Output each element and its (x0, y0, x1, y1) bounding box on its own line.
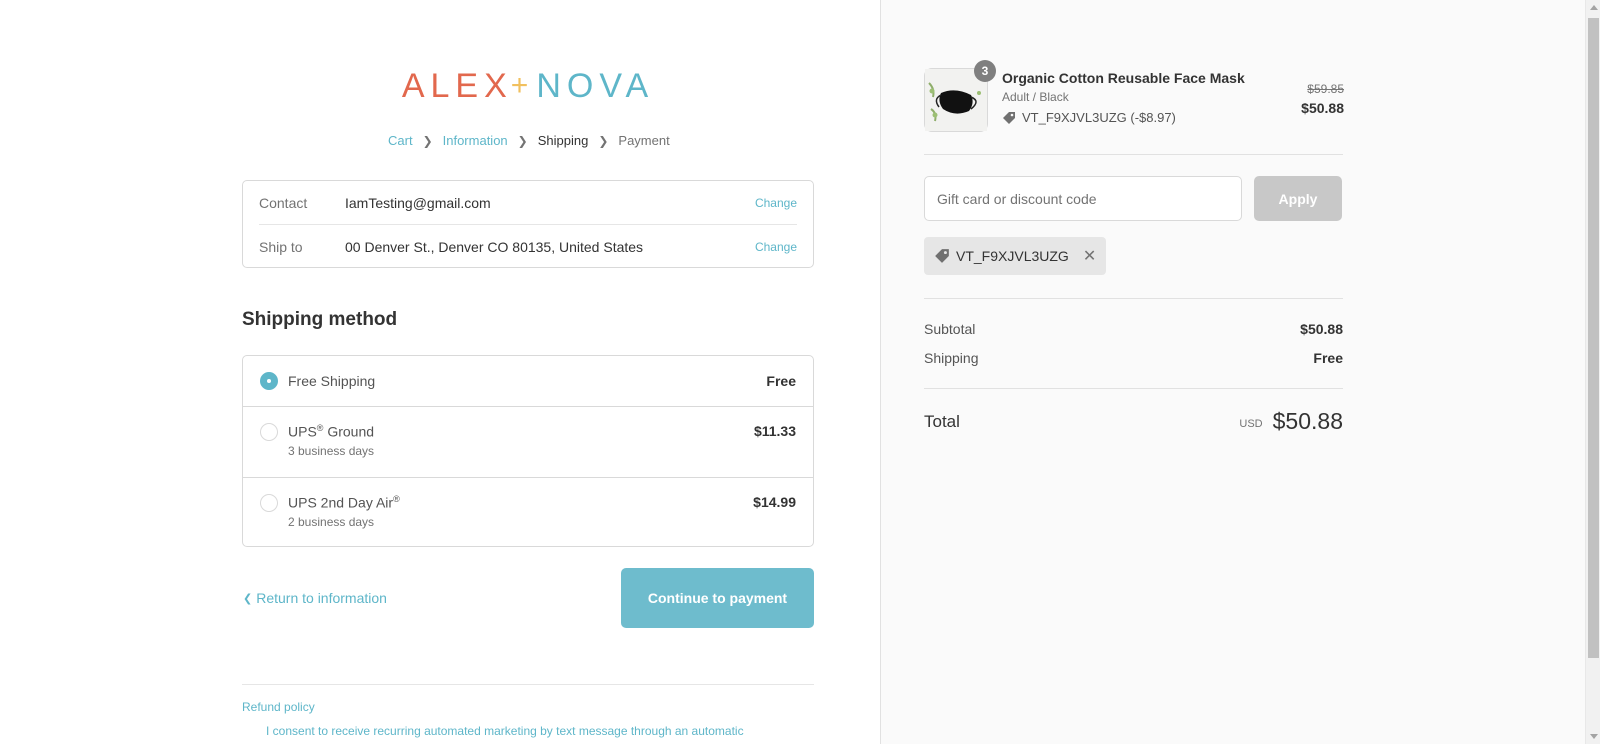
summary-divider (924, 298, 1343, 299)
shipping-option-name: UPS 2nd Day Air® (288, 494, 753, 511)
applied-discount-tag: VT_F9XJVL3UZG ✕ (924, 237, 1107, 275)
change-contact-link[interactable]: Change (755, 196, 797, 210)
shipping-name-text: UPS (288, 423, 317, 440)
shipping-option-info: Free Shipping (288, 373, 766, 389)
shipping-option-eta: 2 business days (288, 514, 375, 529)
shipping-label: Shipping (924, 350, 979, 366)
discount-label: VT_F9XJVL3UZG (-$8.97) (1022, 110, 1176, 125)
tag-icon (935, 249, 949, 263)
footer-divider (242, 684, 814, 685)
summary-divider (924, 388, 1343, 389)
return-to-information-link[interactable]: ❮ Return to information (243, 590, 387, 606)
total-label: Total (924, 411, 960, 431)
shipping-option-ups-2nd-day[interactable]: UPS 2nd Day Air® 2 business days $14.99 (243, 478, 813, 547)
shipping-option-ups-ground[interactable]: UPS® Ground 3 business days $11.33 (243, 407, 813, 478)
sms-consent-text[interactable]: I consent to receive recurring automated… (266, 724, 744, 738)
refund-policy-link[interactable]: Refund policy (242, 700, 315, 714)
logo-nova: NOVA (536, 66, 655, 105)
shipping-option-name: UPS® Ground (288, 423, 754, 440)
shipping-option-info: UPS® Ground 3 business days (288, 423, 754, 458)
shipping-method-title: Shipping method (242, 309, 398, 330)
total-row: Total USD $50.88 (924, 408, 1343, 435)
shipping-option-price: $14.99 (753, 494, 796, 510)
contact-value: IamTesting@gmail.com (345, 194, 491, 211)
shipping-option-eta: 3 business days (288, 443, 375, 458)
original-price: $59.85 (1307, 82, 1344, 96)
ship-to-label: Ship to (259, 239, 303, 255)
product-discount: VT_F9XJVL3UZG (-$8.97) (1002, 110, 1176, 125)
shipping-option-price: Free (766, 373, 796, 389)
total-amount: USD $50.88 (1239, 408, 1343, 435)
return-label: Return to information (256, 590, 387, 606)
page-scrollbar[interactable] (1585, 0, 1600, 744)
total-value: $50.88 (1272, 408, 1343, 434)
shipping-name-text: UPS 2nd Day Air (288, 494, 394, 511)
review-contact-row: Contact IamTesting@gmail.com Change (259, 181, 797, 225)
apply-discount-button[interactable]: Apply (1254, 176, 1342, 221)
shipping-row: Shipping Free (924, 350, 1343, 366)
radio-ups-ground[interactable] (260, 423, 278, 441)
tag-icon (1003, 111, 1015, 124)
applied-code: VT_F9XJVL3UZG (956, 248, 1069, 264)
ship-to-value: 00 Denver St., Denver CO 80135, United S… (345, 239, 644, 255)
checkout-main: ALEX + NOVA Cart ❯ Information ❯ Shippin… (0, 0, 880, 744)
quantity-badge: 3 (974, 60, 996, 82)
summary-divider (924, 154, 1343, 155)
shipping-name-suffix: Ground (323, 423, 375, 440)
continue-to-payment-button[interactable]: Continue to payment (621, 568, 814, 628)
scroll-thumb[interactable] (1588, 18, 1599, 658)
breadcrumb-information[interactable]: Information (443, 133, 508, 148)
subtotal-label: Subtotal (924, 321, 976, 337)
shipping-option-price: $11.33 (753, 423, 796, 439)
discount-code-input[interactable] (924, 176, 1242, 221)
radio-ups-2nd-day[interactable] (260, 494, 278, 512)
change-address-link[interactable]: Change (755, 240, 797, 254)
chevron-left-icon: ❮ (243, 592, 253, 605)
product-title: Organic Cotton Reusable Face Mask (1002, 70, 1245, 86)
breadcrumb-shipping: Shipping (537, 133, 589, 148)
close-icon[interactable]: ✕ (1083, 246, 1096, 266)
breadcrumb: Cart ❯ Information ❯ Shipping ❯ Payment (388, 133, 678, 148)
logo-alex: ALEX (401, 66, 513, 105)
chevron-right-icon: ❯ (598, 133, 609, 148)
breadcrumb-payment: Payment (618, 133, 670, 148)
product-thumbnail: 3 (924, 60, 996, 132)
contact-label: Contact (259, 194, 308, 211)
radio-free-shipping[interactable] (260, 372, 278, 390)
breadcrumb-cart[interactable]: Cart (388, 133, 413, 148)
store-logo[interactable]: ALEX + NOVA (402, 66, 650, 106)
review-ship-row: Ship to 00 Denver St., Denver CO 80135, … (259, 225, 797, 269)
chevron-right-icon: ❯ (422, 133, 433, 148)
scroll-down-icon[interactable] (1590, 734, 1598, 739)
review-block: Contact IamTesting@gmail.com Change Ship… (242, 180, 814, 268)
shipping-option-info: UPS 2nd Day Air® 2 business days (288, 494, 753, 529)
product-variant: Adult / Black (1002, 90, 1069, 104)
subtotal-row: Subtotal $50.88 (924, 321, 1343, 337)
chevron-right-icon: ❯ (517, 133, 528, 148)
cart-line-item: 3 Organic Cotton Reusable Face Mask Adul… (924, 60, 1344, 132)
logo-plus: + (510, 69, 535, 102)
shipping-value: Free (1313, 350, 1343, 366)
currency-code: USD (1239, 417, 1263, 430)
scroll-up-icon[interactable] (1590, 5, 1598, 10)
registered-mark: ® (393, 494, 400, 504)
shipping-options: Free Shipping Free UPS® Ground 3 busines… (242, 355, 814, 547)
subtotal-value: $50.88 (1300, 321, 1343, 337)
discounted-price: $50.88 (1301, 100, 1344, 116)
shipping-option-free[interactable]: Free Shipping Free (243, 356, 813, 407)
shipping-option-name: Free Shipping (288, 373, 376, 389)
